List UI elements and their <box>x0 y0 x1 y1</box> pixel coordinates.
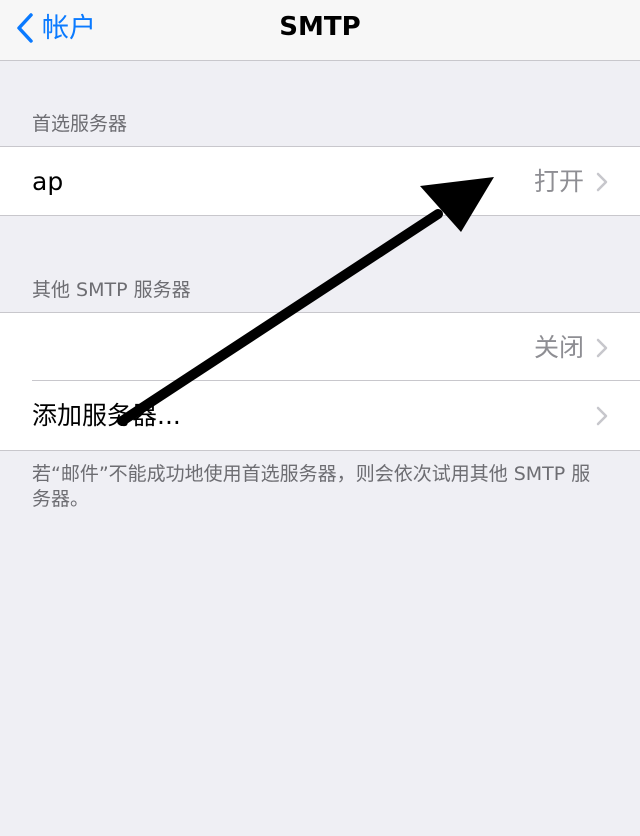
chevron-right-icon <box>596 172 608 192</box>
footer-note: 若“邮件”不能成功地使用首选服务器，则会依次试用其他 SMTP 服务器。 <box>32 463 591 510</box>
primary-server-status: 打开 <box>533 167 584 196</box>
other-server-status: 关闭 <box>533 333 584 362</box>
other-server-row[interactable]: 关闭 <box>0 313 640 381</box>
chevron-right-icon <box>596 338 608 358</box>
primary-server-header: 首选服务器 <box>32 113 128 135</box>
primary-server-name: ap <box>32 167 64 196</box>
other-servers-group: 关闭 添加服务器... <box>0 312 640 451</box>
chevron-right-icon <box>596 406 608 426</box>
navigation-bar: 帐户 SMTP <box>0 0 640 61</box>
primary-server-group: ap 打开 <box>0 146 640 216</box>
smtp-settings-screen: 帐户 SMTP 首选服务器 ap 打开 其他 SMTP 服务器 关闭 添加服务器… <box>0 0 640 836</box>
page-title: SMTP <box>279 12 361 42</box>
primary-server-row[interactable]: ap 打开 <box>0 147 640 215</box>
add-server-row[interactable]: 添加服务器... <box>0 381 640 449</box>
other-servers-header: 其他 SMTP 服务器 <box>32 279 191 301</box>
add-server-label: 添加服务器... <box>32 401 181 430</box>
